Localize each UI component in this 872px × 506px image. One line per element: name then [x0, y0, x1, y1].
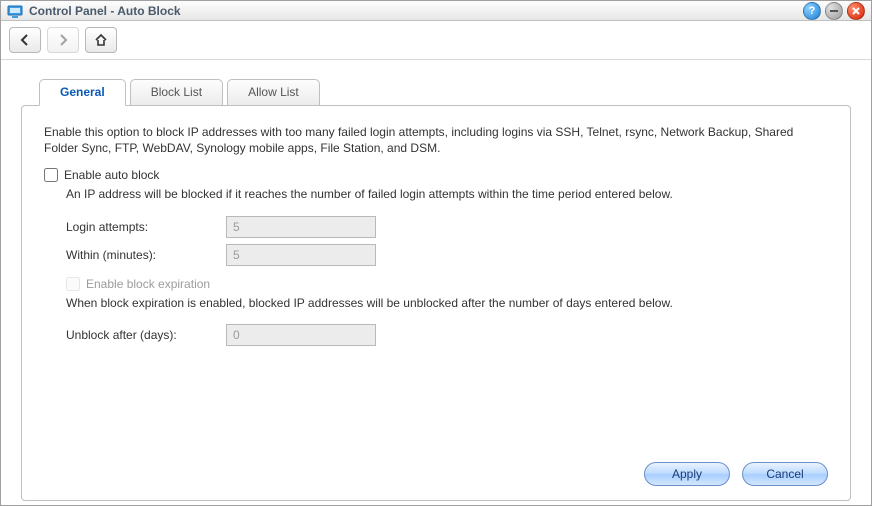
- login-attempts-input[interactable]: [226, 216, 376, 238]
- titlebar-buttons: ?: [803, 2, 865, 20]
- window-title: Control Panel - Auto Block: [29, 4, 803, 18]
- tab-panel-general: Enable this option to block IP addresses…: [21, 105, 851, 501]
- forward-button[interactable]: [47, 27, 79, 53]
- window: Control Panel - Auto Block ? General Blo…: [0, 0, 872, 506]
- tab-block-list-label: Block List: [151, 85, 202, 99]
- unblock-after-input[interactable]: [226, 324, 376, 346]
- tab-general-label: General: [60, 85, 105, 99]
- tab-general[interactable]: General: [39, 79, 126, 106]
- app-icon: [7, 3, 23, 19]
- tab-allow-list-label: Allow List: [248, 85, 299, 99]
- blocked-description: An IP address will be blocked if it reac…: [66, 186, 828, 202]
- within-minutes-row: Within (minutes):: [66, 241, 828, 269]
- enable-auto-block-row: Enable auto block: [44, 168, 828, 182]
- enable-auto-block-label: Enable auto block: [64, 168, 159, 182]
- tab-block-list[interactable]: Block List: [130, 79, 223, 106]
- enable-auto-block-checkbox[interactable]: [44, 168, 58, 182]
- enable-expiration-label: Enable block expiration: [86, 277, 210, 291]
- within-minutes-label: Within (minutes):: [66, 248, 226, 262]
- enable-expiration-checkbox[interactable]: [66, 277, 80, 291]
- unblock-after-label: Unblock after (days):: [66, 328, 226, 342]
- cancel-button[interactable]: Cancel: [742, 462, 828, 486]
- close-button[interactable]: [847, 2, 865, 20]
- tab-allow-list[interactable]: Allow List: [227, 79, 320, 106]
- within-minutes-input[interactable]: [226, 244, 376, 266]
- tabstrip: General Block List Allow List: [39, 78, 851, 105]
- titlebar: Control Panel - Auto Block ?: [1, 1, 871, 21]
- enable-expiration-row: Enable block expiration: [66, 277, 828, 291]
- back-button[interactable]: [9, 27, 41, 53]
- intro-text: Enable this option to block IP addresses…: [44, 124, 828, 156]
- help-button[interactable]: ?: [803, 2, 821, 20]
- expiration-description: When block expiration is enabled, blocke…: [66, 295, 828, 311]
- apply-button[interactable]: Apply: [644, 462, 730, 486]
- content-area: General Block List Allow List Enable thi…: [1, 60, 871, 505]
- nav-toolbar: [1, 21, 871, 60]
- login-attempts-label: Login attempts:: [66, 220, 226, 234]
- minimize-button[interactable]: [825, 2, 843, 20]
- home-button[interactable]: [85, 27, 117, 53]
- unblock-after-row: Unblock after (days):: [66, 321, 828, 349]
- button-row: Apply Cancel: [44, 452, 828, 486]
- login-attempts-row: Login attempts:: [66, 213, 828, 241]
